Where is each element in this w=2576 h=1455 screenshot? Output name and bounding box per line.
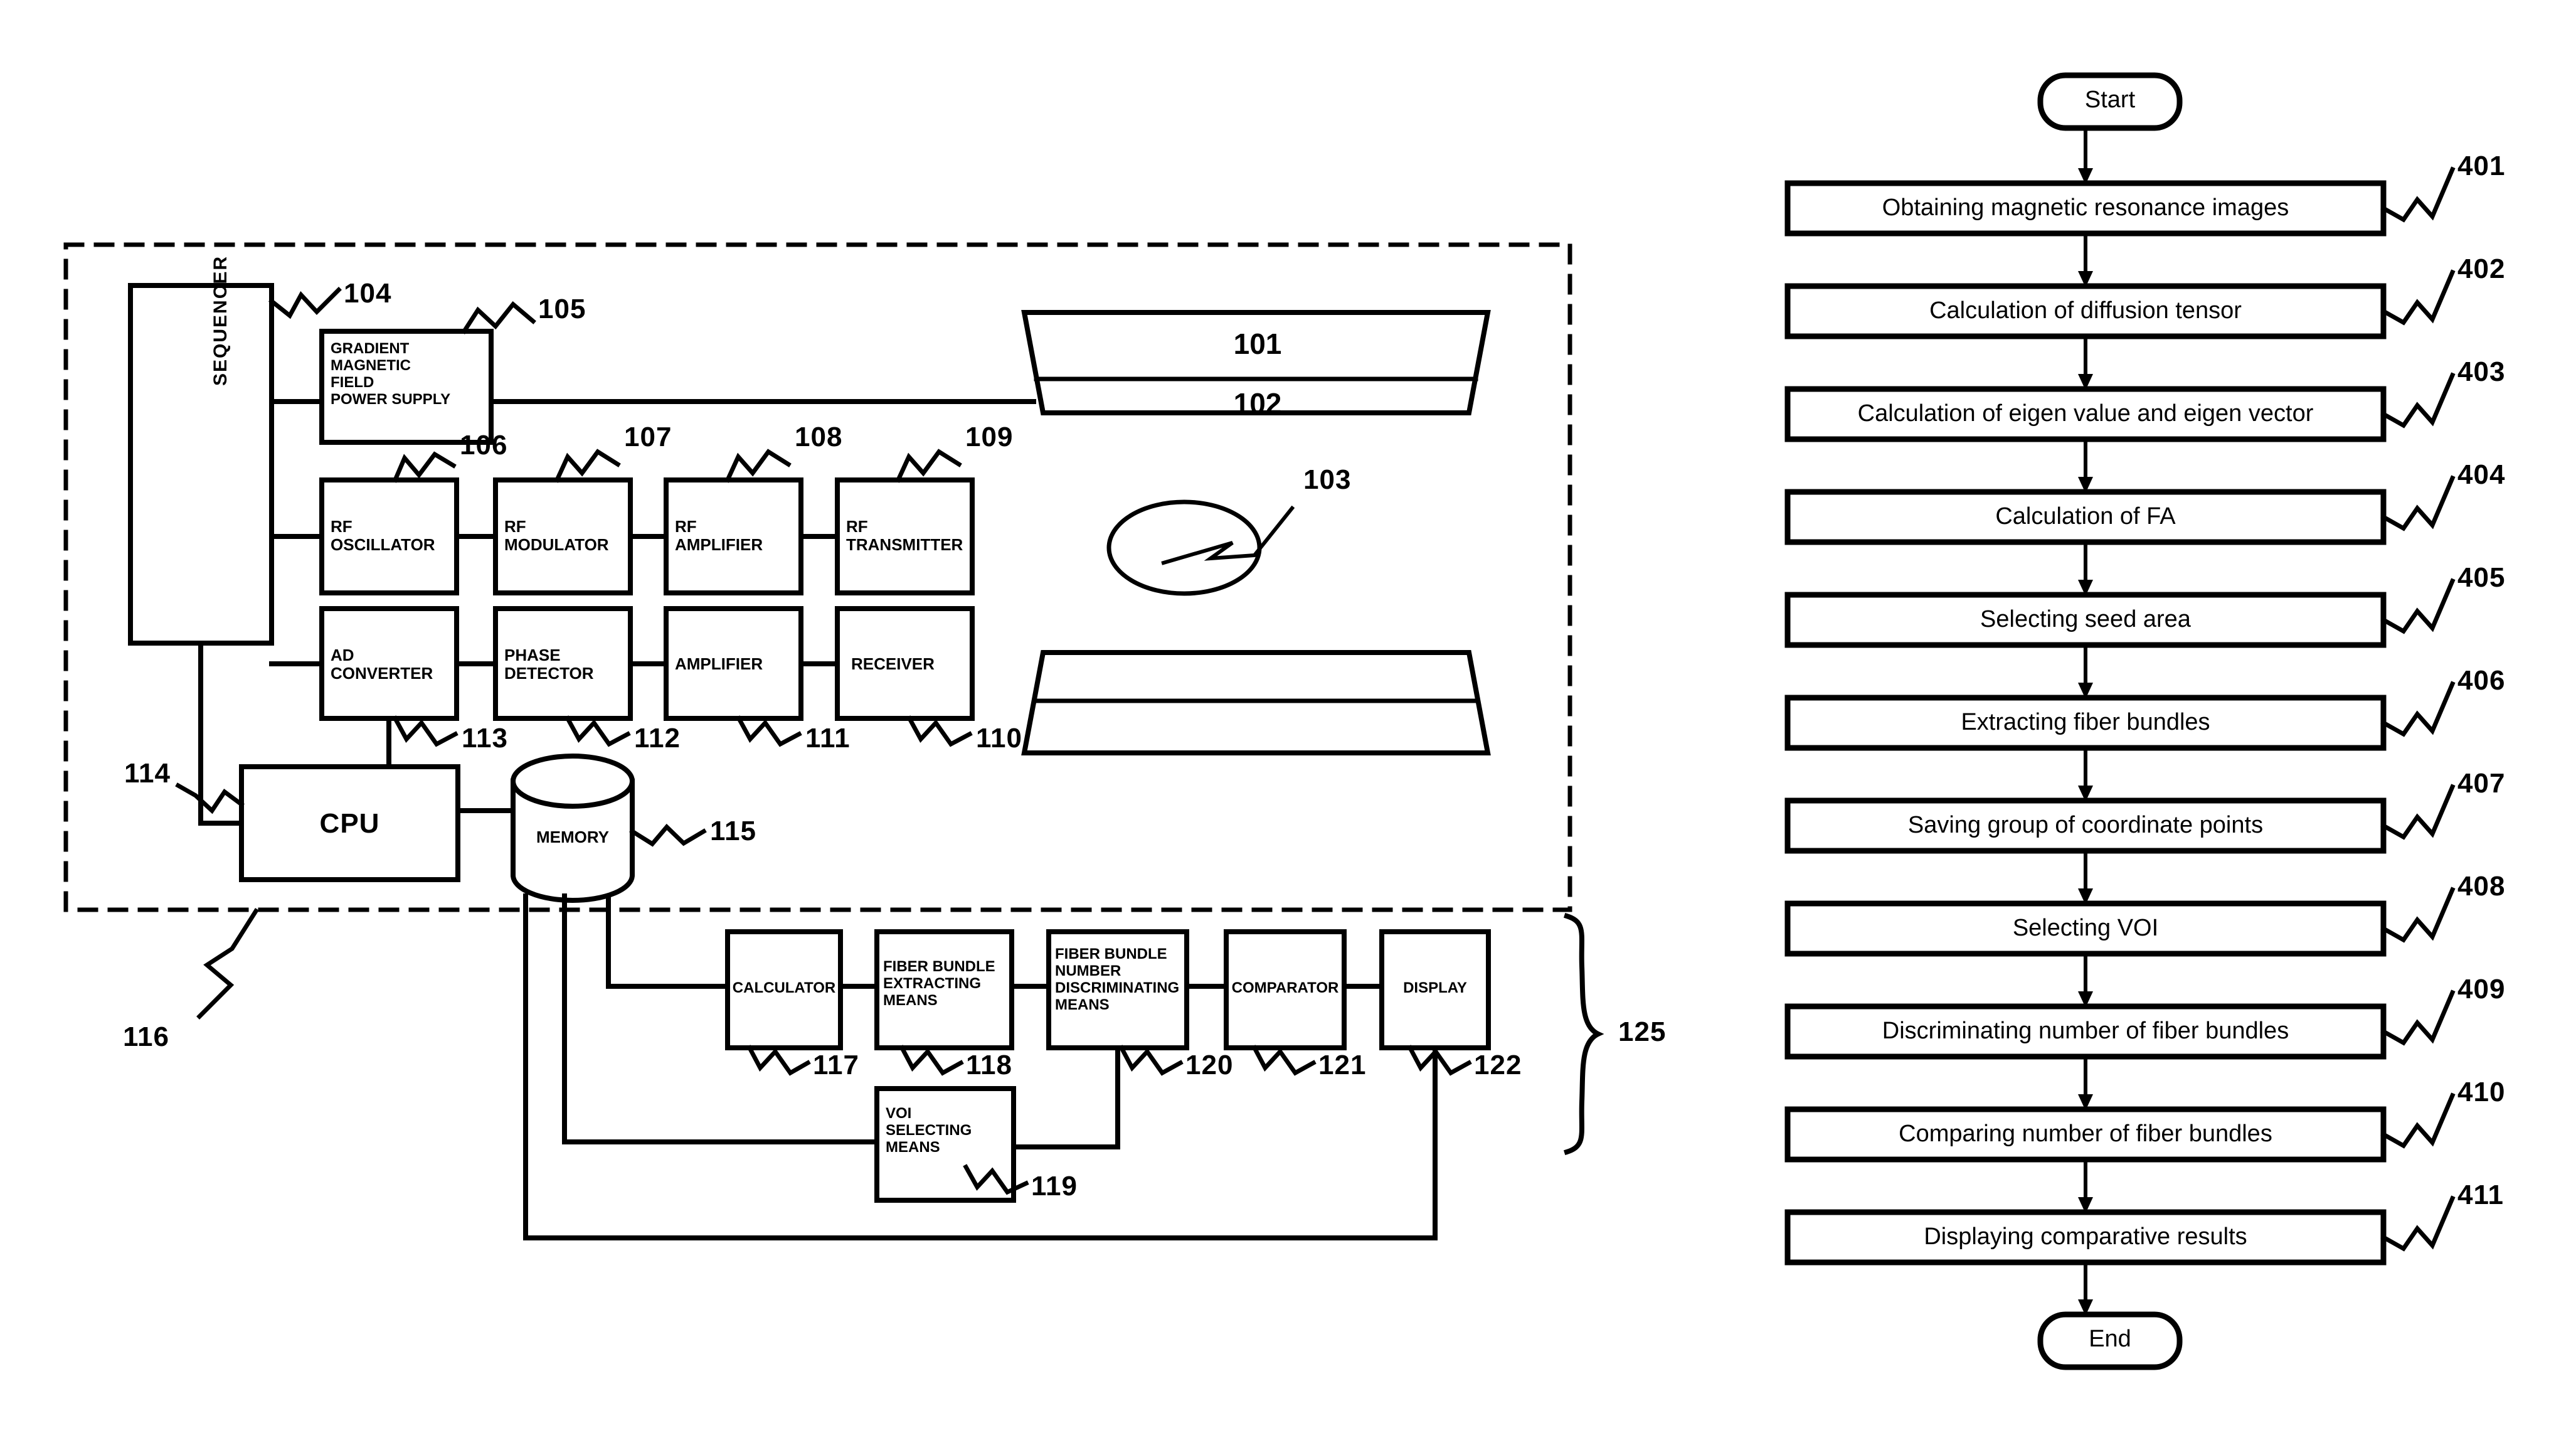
calculator-box	[725, 929, 843, 1050]
flow-leader-401	[2380, 166, 2456, 223]
flow-box-405	[1784, 592, 2387, 648]
leader-107	[554, 449, 621, 483]
fiber-bundle-extracting-box	[874, 929, 1014, 1050]
flow-box-404	[1784, 489, 2387, 545]
patent-figure-page: SEQUENCER GRADIENT MAGNETIC FIELD POWER …	[0, 0, 2576, 1455]
flow-leader-402	[2380, 269, 2456, 326]
flow-leader-408	[2380, 887, 2456, 943]
leader-113	[392, 715, 458, 747]
sequencer-box	[128, 283, 274, 646]
flow-box-403	[1784, 386, 2387, 442]
rf-modulator-box	[493, 477, 633, 595]
flow-leader-404	[2380, 475, 2456, 531]
rf-amplifier-box	[664, 477, 803, 595]
fiber-bundle-number-box	[1046, 929, 1189, 1050]
flow-box-407	[1784, 797, 2387, 854]
flow-box-408	[1784, 900, 2387, 957]
leader-117	[746, 1045, 811, 1076]
leader-120	[1118, 1045, 1184, 1076]
flow-box-410	[1784, 1106, 2387, 1163]
cpu-box	[239, 764, 460, 882]
flow-box-409	[1784, 1003, 2387, 1060]
leader-118	[899, 1045, 964, 1076]
flow-leader-407	[2380, 784, 2456, 840]
leader-104	[268, 287, 342, 319]
flow-box-406	[1784, 695, 2387, 751]
flow-end-terminator	[2037, 1311, 2183, 1370]
flow-box-402	[1784, 283, 2387, 339]
flow-leader-405	[2380, 578, 2456, 634]
flow-leader-406	[2380, 681, 2456, 737]
receiver-box	[835, 606, 975, 721]
rf-oscillator-box	[319, 477, 459, 595]
flow-start-terminator	[2037, 72, 2183, 131]
leader-111	[736, 715, 802, 747]
leader-122	[1407, 1045, 1472, 1076]
leader-109	[895, 449, 962, 483]
phase-detector-box	[493, 606, 633, 721]
flow-box-401	[1784, 180, 2387, 237]
rf-transmitter-box	[835, 477, 975, 595]
leader-112	[564, 715, 631, 747]
flow-leader-411	[2380, 1195, 2456, 1252]
display-box	[1379, 929, 1491, 1050]
amplifier-box	[664, 606, 803, 721]
gradient-power-supply-box	[319, 329, 494, 445]
figure-vector-layer	[63, 72, 2456, 1370]
flow-box-411	[1784, 1209, 2387, 1266]
leader-105	[461, 301, 536, 334]
magnet-upper-trapezoid	[1021, 310, 1491, 415]
subject-ellipse	[1106, 499, 1262, 596]
flow-leader-410	[2380, 1092, 2456, 1149]
leader-121	[1251, 1045, 1317, 1076]
leader-114	[175, 782, 245, 814]
brace-125	[1563, 912, 1604, 1156]
leader-106	[392, 451, 457, 483]
leader-116	[196, 908, 259, 1020]
voi-selecting-box	[874, 1086, 1016, 1203]
ad-converter-box	[319, 606, 459, 721]
flow-leader-409	[2380, 989, 2456, 1046]
leader-115	[629, 823, 707, 847]
comparator-box	[1224, 929, 1347, 1050]
memory-cylinder-top	[511, 754, 635, 809]
flow-leader-403	[2380, 372, 2456, 429]
leader-108	[724, 449, 792, 483]
leader-110	[906, 715, 973, 747]
link-voi-number	[1011, 1045, 1120, 1149]
